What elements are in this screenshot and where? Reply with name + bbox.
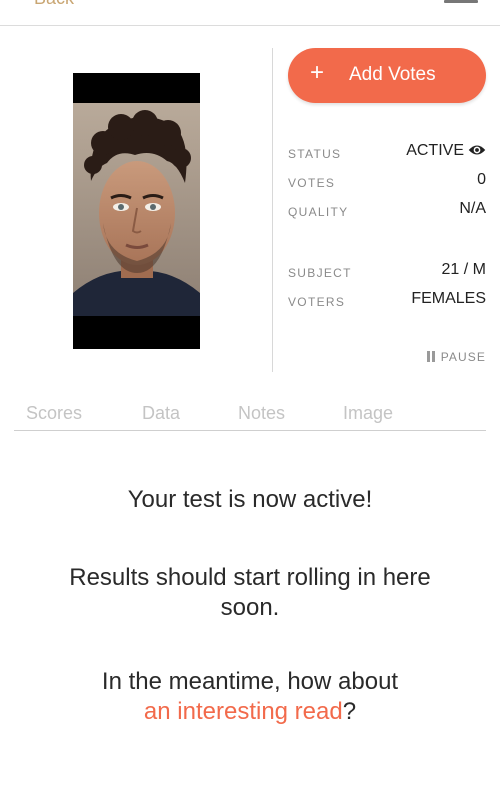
- pause-icon: [426, 351, 436, 362]
- tab-data[interactable]: Data: [142, 403, 180, 424]
- pause-button[interactable]: PAUSE: [426, 350, 486, 364]
- top-bar: Back: [0, 0, 500, 26]
- menu-icon[interactable]: [444, 0, 478, 6]
- plus-icon: +: [310, 59, 325, 86]
- stat-key: VOTES: [288, 176, 336, 190]
- stat-key: SUBJECT: [288, 266, 352, 280]
- results-message: Results should start rolling in here soo…: [69, 564, 431, 621]
- stat-key: VOTERS: [288, 295, 346, 309]
- stat-row-voters: VOTERS FEMALES: [288, 289, 486, 313]
- tab-notes[interactable]: Notes: [238, 403, 285, 424]
- meantime-message: In the meantime, how about an interestin…: [0, 667, 500, 727]
- eye-icon[interactable]: [468, 143, 486, 157]
- stat-value: FEMALES: [411, 290, 486, 307]
- stat-key: QUALITY: [288, 205, 349, 219]
- back-link[interactable]: Back: [34, 0, 74, 9]
- add-votes-label: Add Votes: [349, 64, 436, 85]
- interesting-read-link[interactable]: an interesting read: [144, 698, 343, 725]
- vertical-divider: [272, 48, 273, 372]
- stat-row-subject: SUBJECT 21 / M: [288, 260, 486, 284]
- active-message: Your test is now active!: [127, 486, 373, 513]
- stat-value: N/A: [459, 200, 486, 217]
- stat-value: ACTIVE: [406, 142, 486, 160]
- add-votes-button[interactable]: + Add Votes: [288, 48, 486, 103]
- stat-value: 21 / M: [441, 261, 486, 278]
- tab-scores[interactable]: Scores: [26, 403, 82, 424]
- tab-image[interactable]: Image: [343, 403, 393, 424]
- pause-label: PAUSE: [440, 350, 486, 364]
- stat-value: 0: [477, 171, 486, 188]
- question-mark: ?: [342, 698, 357, 725]
- subject-photo: [73, 103, 200, 316]
- stat-row-status: STATUS ACTIVE: [288, 141, 486, 165]
- stat-row-quality: QUALITY N/A: [288, 199, 486, 223]
- stat-row-votes: VOTES 0: [288, 170, 486, 194]
- tab-bar: Scores Data Notes Image: [14, 399, 486, 431]
- stat-key: STATUS: [288, 147, 342, 161]
- meantime-text: In the meantime, how about: [101, 668, 399, 695]
- subject-photo-frame: [73, 73, 200, 349]
